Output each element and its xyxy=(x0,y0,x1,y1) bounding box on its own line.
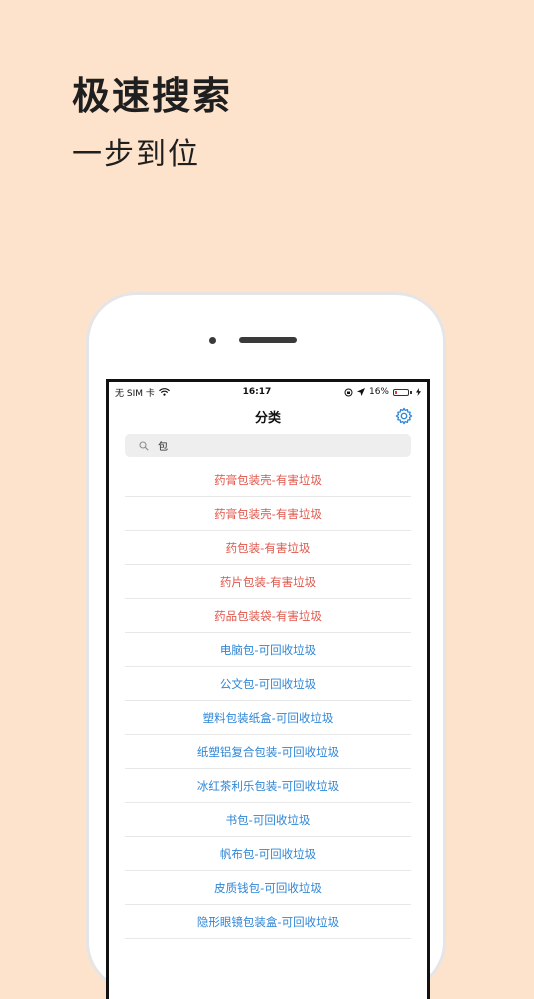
phone-frame: 无 SIM 卡 16:17 16% 分类 包 药膏包装壳-有害垃圾 药膏包装壳-… xyxy=(86,292,446,999)
list-item[interactable]: 纸塑铝复合包装-可回收垃圾 xyxy=(125,735,411,769)
search-input[interactable]: 包 xyxy=(125,434,411,457)
battery-percent: 16% xyxy=(368,387,389,397)
list-item[interactable]: 冰红茶利乐包装-可回收垃圾 xyxy=(125,769,411,803)
carrier-label: 无 SIM 卡 xyxy=(115,388,155,399)
list-item[interactable]: 隐形眼镜包装盒-可回收垃圾 xyxy=(125,905,411,939)
list-item[interactable]: 帆布包-可回收垃圾 xyxy=(125,837,411,871)
charging-bolt-icon xyxy=(416,388,421,396)
phone-screen: 无 SIM 卡 16:17 16% 分类 包 药膏包装壳-有害垃圾 药膏包装壳-… xyxy=(106,379,430,999)
earpiece-speaker xyxy=(239,337,297,343)
location-arrow-icon xyxy=(356,388,365,396)
list-item[interactable]: 书包-可回收垃圾 xyxy=(125,803,411,837)
list-item[interactable]: 公文包-可回收垃圾 xyxy=(125,667,411,701)
page-title: 分类 xyxy=(254,410,281,426)
list-item[interactable]: 塑料包装纸盒-可回收垃圾 xyxy=(125,701,411,735)
wifi-icon xyxy=(158,388,170,396)
list-item[interactable]: 药膏包装壳-有害垃圾 xyxy=(125,497,411,531)
list-item[interactable]: 皮质钱包-可回收垃圾 xyxy=(125,871,411,905)
front-camera xyxy=(209,337,216,344)
search-query: 包 xyxy=(158,442,168,453)
navigation-bar: 分类 xyxy=(109,402,427,430)
list-item[interactable]: 药品包装袋-有害垃圾 xyxy=(125,599,411,633)
status-time: 16:17 xyxy=(242,387,272,397)
orientation-lock-icon xyxy=(344,388,353,396)
hero-title: 极速搜索 xyxy=(72,74,233,118)
search-icon xyxy=(139,440,149,451)
hero-subtitle: 一步到位 xyxy=(72,137,200,172)
list-item[interactable]: 药膏包装壳-有害垃圾 xyxy=(125,463,411,497)
list-item[interactable]: 药包装-有害垃圾 xyxy=(125,531,411,565)
status-bar: 无 SIM 卡 16:17 16% xyxy=(109,382,427,402)
battery-icon xyxy=(393,388,412,396)
list-item[interactable]: 电脑包-可回收垃圾 xyxy=(125,633,411,667)
gear-icon[interactable] xyxy=(395,407,413,425)
results-list: 药膏包装壳-有害垃圾 药膏包装壳-有害垃圾 药包装-有害垃圾 药片包装-有害垃圾 药品包… xyxy=(125,463,411,939)
list-item[interactable]: 药片包装-有害垃圾 xyxy=(125,565,411,599)
